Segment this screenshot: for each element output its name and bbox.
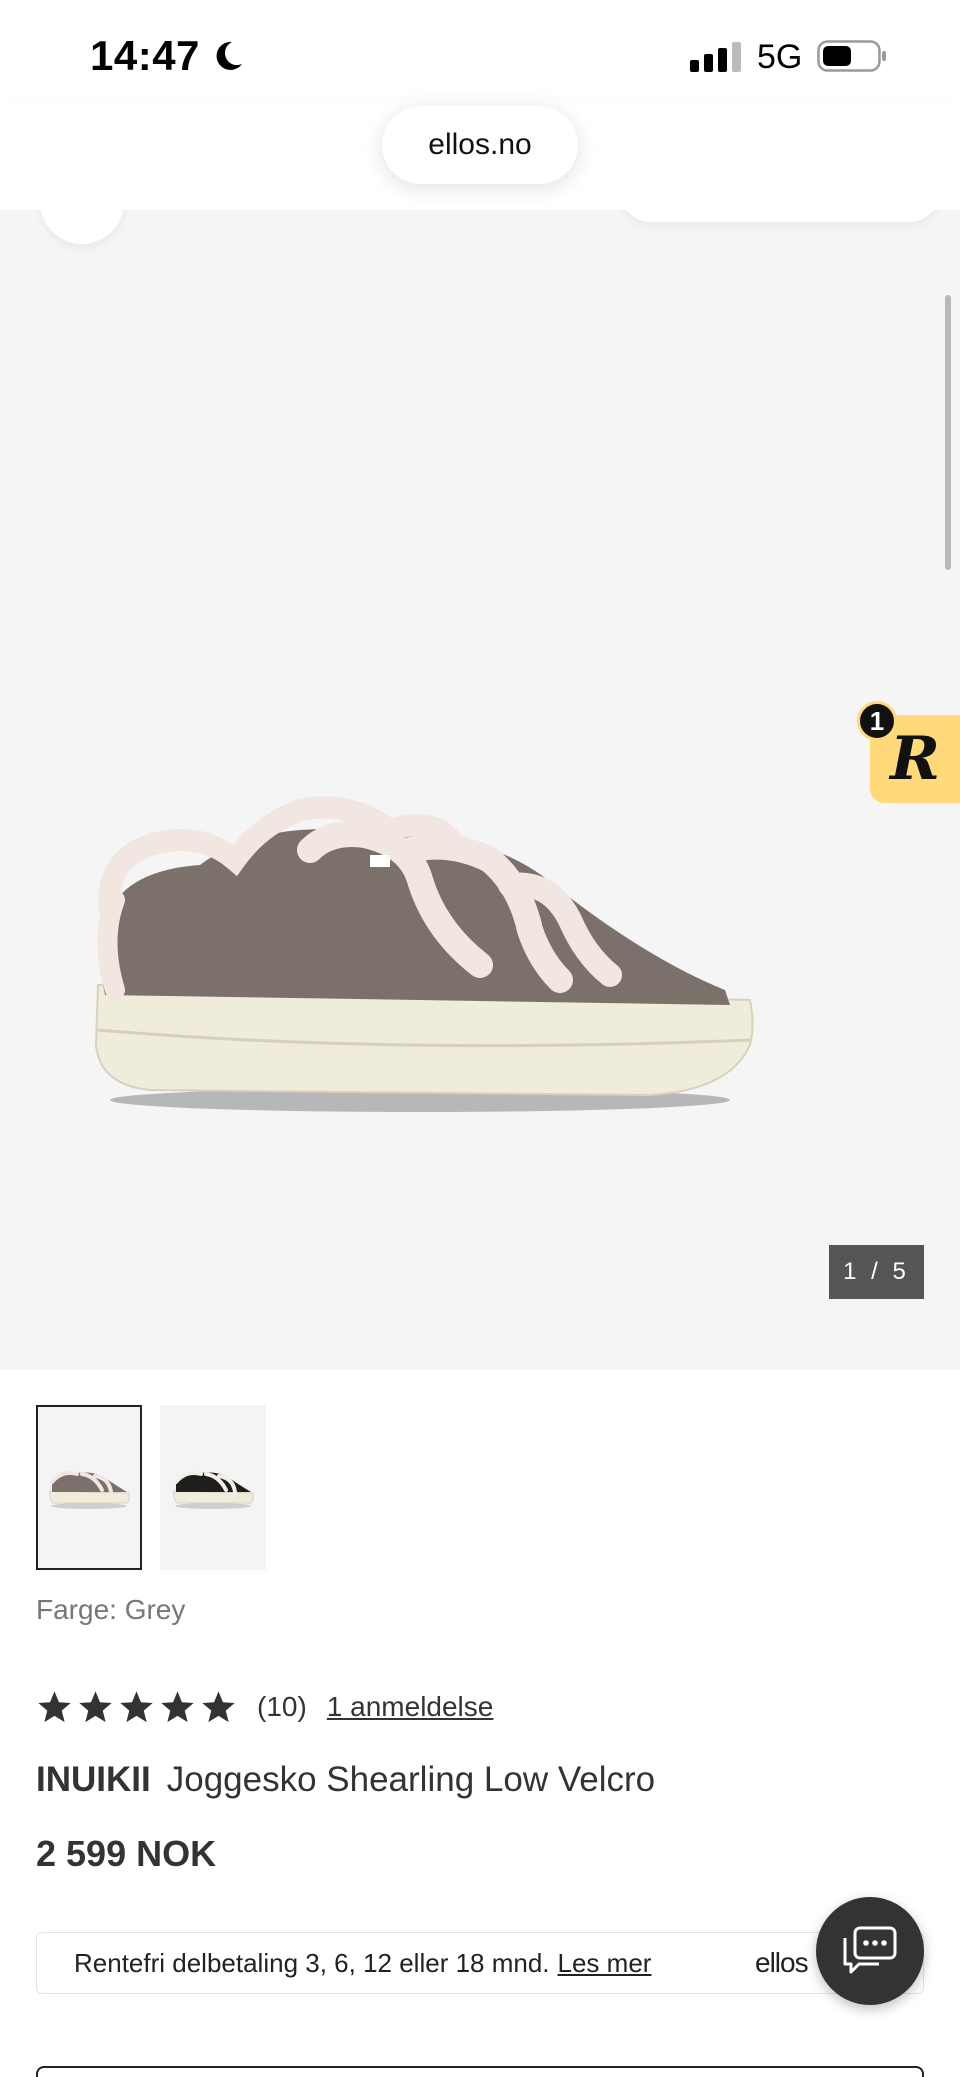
clock-label: 14:47 bbox=[90, 32, 200, 79]
url-pill[interactable]: ellos.no bbox=[382, 106, 578, 184]
battery-icon bbox=[817, 40, 886, 72]
back-button-shadow[interactable] bbox=[40, 210, 124, 244]
star-icon bbox=[120, 1690, 153, 1722]
header-pill-shadow bbox=[620, 210, 940, 222]
rating-row: (10) 1 anmeldelse bbox=[36, 1685, 493, 1729]
moon-icon bbox=[216, 41, 242, 70]
chat-button[interactable] bbox=[816, 1897, 924, 2005]
size-selector-edge[interactable] bbox=[36, 2066, 924, 2077]
rating-count: (10) bbox=[257, 1691, 307, 1722]
brand-name[interactable]: INUIKII bbox=[36, 1760, 151, 1799]
reviews-link[interactable]: 1 anmeldelse bbox=[327, 1691, 494, 1723]
product-name: Joggesko Shearling Low Velcro bbox=[166, 1760, 656, 1799]
thumbnail-black-image bbox=[173, 1470, 254, 1509]
star-icon bbox=[161, 1690, 194, 1722]
status-bar: 14:47 5G bbox=[0, 0, 960, 110]
ellos-logo: ellos bbox=[755, 1947, 809, 1978]
product-title: INUIKII Joggesko Shearling Low Velcro bbox=[36, 1760, 655, 1800]
product-image[interactable] bbox=[90, 790, 760, 1120]
thumbnail-grey[interactable] bbox=[36, 1405, 142, 1570]
star-icon bbox=[202, 1690, 235, 1722]
thumbnail-black[interactable] bbox=[160, 1405, 266, 1570]
financing-banner[interactable]: Rentefri delbetaling 3, 6, 12 eller 18 m… bbox=[36, 1932, 924, 1994]
browser-toolbar: ellos.no bbox=[0, 100, 960, 210]
star-rating bbox=[36, 1689, 237, 1726]
image-counter: 1 / 5 bbox=[829, 1245, 924, 1299]
star-icon bbox=[38, 1690, 71, 1722]
thumbnail-strip bbox=[36, 1405, 266, 1570]
status-time: 14:47 bbox=[90, 32, 246, 80]
thumbnail-grey-image bbox=[49, 1470, 130, 1509]
r-logo-icon: R bbox=[890, 724, 940, 794]
product-gallery[interactable]: 1 / 5 bbox=[0, 210, 960, 1370]
star-icon bbox=[79, 1690, 112, 1722]
financing-text: Rentefri delbetaling 3, 6, 12 eller 18 m… bbox=[74, 1947, 550, 1978]
scrollbar[interactable] bbox=[945, 295, 951, 570]
chat-icon bbox=[843, 1926, 897, 1974]
network-label: 5G bbox=[757, 38, 803, 76]
read-more-link[interactable]: Les mer bbox=[558, 1948, 652, 1979]
notification-badge: 1 bbox=[857, 701, 897, 741]
product-price: 2 599 NOK bbox=[36, 1833, 217, 1874]
color-label: Farge: Grey bbox=[36, 1594, 186, 1625]
signal-icon bbox=[690, 40, 741, 72]
